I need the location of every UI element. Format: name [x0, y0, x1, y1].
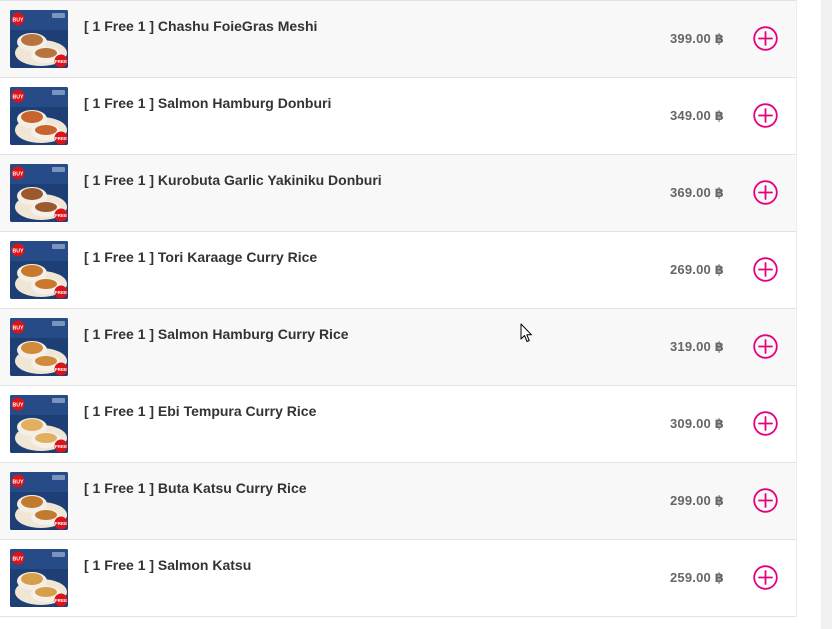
menu-item[interactable]: BUY FREE [ 1 Free 1 ] Salmon Hamburg Donb… [0, 77, 796, 154]
svg-text:BUY: BUY [13, 556, 24, 562]
item-price: 299.00 ฿ [669, 493, 724, 508]
svg-text:BUY: BUY [13, 325, 24, 331]
svg-text:FREE: FREE [55, 598, 67, 603]
plus-circle-icon[interactable] [753, 334, 778, 359]
item-price: 399.00 ฿ [669, 31, 724, 46]
item-name: [ 1 Free 1 ] Buta Katsu Curry Rice [84, 480, 307, 496]
svg-text:FREE: FREE [55, 213, 67, 218]
menu-page: BUY FREE [ 1 Free 1 ] Chashu FoieGras Mes… [0, 0, 832, 629]
menu-list: BUY FREE [ 1 Free 1 ] Chashu FoieGras Mes… [0, 0, 797, 617]
svg-text:FREE: FREE [55, 59, 67, 64]
item-price: 269.00 ฿ [669, 262, 724, 277]
item-price: 369.00 ฿ [669, 185, 724, 200]
menu-item[interactable]: BUY FREE [ 1 Free 1 ] Tori Karaage Curry … [0, 231, 796, 308]
svg-text:BUY: BUY [13, 248, 24, 254]
food-thumbnail: BUY FREE [10, 241, 68, 299]
food-thumbnail: BUY FREE [10, 10, 68, 68]
svg-text:BUY: BUY [13, 94, 24, 100]
svg-text:FREE: FREE [55, 136, 67, 141]
item-name: [ 1 Free 1 ] Salmon Katsu [84, 557, 252, 573]
svg-text:FREE: FREE [55, 367, 67, 372]
plus-circle-icon[interactable] [753, 103, 778, 128]
item-name: [ 1 Free 1 ] Salmon Hamburg Donburi [84, 95, 332, 111]
svg-text:FREE: FREE [55, 290, 67, 295]
plus-circle-icon[interactable] [753, 411, 778, 436]
scrollbar-track[interactable] [821, 0, 832, 629]
menu-item[interactable]: BUY FREE [ 1 Free 1 ] Kurobuta Garlic Yak… [0, 154, 796, 231]
food-thumbnail: BUY FREE [10, 87, 68, 145]
menu-item[interactable]: BUY FREE [ 1 Free 1 ] Chashu FoieGras Mes… [0, 0, 796, 77]
menu-item[interactable]: BUY FREE [ 1 Free 1 ] Ebi Tempura Curry R… [0, 385, 796, 462]
svg-text:FREE: FREE [55, 521, 67, 526]
item-name: [ 1 Free 1 ] Kurobuta Garlic Yakiniku Do… [84, 172, 382, 188]
item-price: 349.00 ฿ [669, 108, 724, 123]
food-thumbnail: BUY FREE [10, 472, 68, 530]
item-name: [ 1 Free 1 ] Tori Karaage Curry Rice [84, 249, 318, 265]
item-price: 309.00 ฿ [669, 416, 724, 431]
svg-text:BUY: BUY [13, 479, 24, 485]
plus-circle-icon[interactable] [753, 26, 778, 51]
plus-circle-icon[interactable] [753, 180, 778, 205]
menu-item[interactable]: BUY FREE [ 1 Free 1 ] Salmon Katsu 259.00… [0, 539, 796, 617]
item-price: 259.00 ฿ [669, 570, 724, 585]
food-thumbnail: BUY FREE [10, 395, 68, 453]
item-price: 319.00 ฿ [669, 339, 724, 354]
menu-item[interactable]: BUY FREE [ 1 Free 1 ] Buta Katsu Curry Ri… [0, 462, 796, 539]
menu-item[interactable]: BUY FREE [ 1 Free 1 ] Salmon Hamburg Curr… [0, 308, 796, 385]
svg-text:BUY: BUY [13, 171, 24, 177]
svg-text:BUY: BUY [13, 402, 24, 408]
food-thumbnail: BUY FREE [10, 549, 68, 607]
svg-text:FREE: FREE [55, 444, 67, 449]
food-thumbnail: BUY FREE [10, 318, 68, 376]
food-thumbnail: BUY FREE [10, 164, 68, 222]
item-name: [ 1 Free 1 ] Ebi Tempura Curry Rice [84, 403, 317, 419]
svg-text:BUY: BUY [13, 17, 24, 23]
plus-circle-icon[interactable] [753, 488, 778, 513]
plus-circle-icon[interactable] [753, 257, 778, 282]
plus-circle-icon[interactable] [753, 565, 778, 590]
item-name: [ 1 Free 1 ] Chashu FoieGras Meshi [84, 18, 318, 34]
item-name: [ 1 Free 1 ] Salmon Hamburg Curry Rice [84, 326, 349, 342]
